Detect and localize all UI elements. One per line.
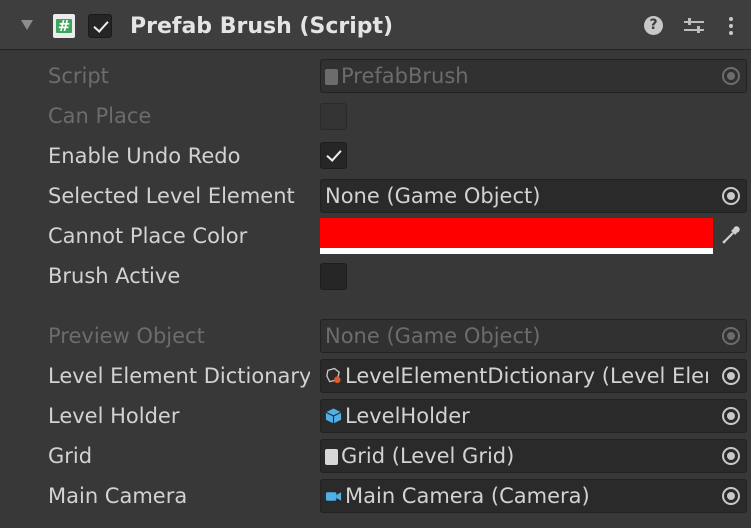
object-picker-icon[interactable] — [722, 487, 740, 505]
check-icon — [93, 17, 109, 33]
main-camera-field[interactable]: Main Camera (Camera) — [320, 479, 747, 513]
cannot-place-color-field[interactable] — [320, 218, 713, 254]
can-place-label: Can Place — [48, 104, 152, 128]
object-picker-icon[interactable] — [722, 407, 740, 425]
component-enabled-checkbox[interactable] — [88, 14, 112, 38]
level-element-dictionary-value: LevelElementDictionary (Level Element Di… — [345, 364, 708, 388]
grid-field[interactable]: Grid (Level Grid) — [320, 439, 747, 473]
can-place-checkbox — [320, 103, 347, 130]
script-file-icon — [325, 69, 338, 85]
level-holder-value: LevelHolder — [345, 404, 470, 428]
selected-level-element-label: Selected Level Element — [48, 184, 295, 208]
component-title: Prefab Brush (Script) — [130, 14, 394, 39]
eyedropper-icon[interactable] — [720, 224, 742, 246]
preview-object-label: Preview Object — [48, 324, 205, 348]
object-picker-icon[interactable] — [722, 187, 740, 205]
foldout-arrow-icon[interactable] — [21, 20, 33, 30]
check-icon — [326, 146, 342, 162]
color-swatch — [320, 218, 713, 248]
level-element-dictionary-label: Level Element Dictionary — [48, 364, 310, 388]
enable-undo-redo-checkbox[interactable] — [320, 142, 347, 169]
level-holder-field[interactable]: LevelHolder — [320, 399, 747, 433]
csharp-script-icon: # — [53, 14, 75, 38]
selected-level-element-value: None (Game Object) — [325, 184, 541, 208]
component-header: # Prefab Brush (Script) ? — [0, 0, 751, 50]
camera-icon — [325, 492, 342, 501]
selected-level-element-field[interactable]: None (Game Object) — [320, 179, 747, 213]
scriptable-object-icon — [326, 367, 341, 384]
object-picker-icon — [722, 67, 740, 85]
enable-undo-redo-label: Enable Undo Redo — [48, 144, 241, 168]
object-picker-icon[interactable] — [722, 447, 740, 465]
cannot-place-color-label: Cannot Place Color — [48, 224, 248, 248]
brush-active-label: Brush Active — [48, 264, 181, 288]
presets-icon[interactable] — [683, 15, 705, 37]
main-camera-value: Main Camera (Camera) — [345, 484, 590, 508]
object-picker-icon[interactable] — [722, 367, 740, 385]
script-file-icon — [325, 449, 338, 465]
script-field: PrefabBrush — [320, 59, 747, 93]
script-label: Script — [48, 64, 109, 88]
grid-label: Grid — [48, 444, 93, 468]
object-picker-icon — [722, 327, 740, 345]
level-element-dictionary-field[interactable]: LevelElementDictionary (Level Element Di… — [320, 359, 747, 393]
level-holder-label: Level Holder — [48, 404, 180, 428]
preview-object-value: None (Game Object) — [325, 324, 541, 348]
main-camera-label: Main Camera — [48, 484, 188, 508]
help-icon[interactable]: ? — [644, 16, 663, 35]
prefab-cube-icon — [325, 408, 342, 424]
preview-object-field: None (Game Object) — [320, 319, 747, 353]
grid-value: Grid (Level Grid) — [341, 444, 515, 468]
context-menu-icon[interactable] — [728, 16, 734, 36]
script-value: PrefabBrush — [341, 64, 469, 88]
brush-active-checkbox[interactable] — [320, 263, 347, 290]
